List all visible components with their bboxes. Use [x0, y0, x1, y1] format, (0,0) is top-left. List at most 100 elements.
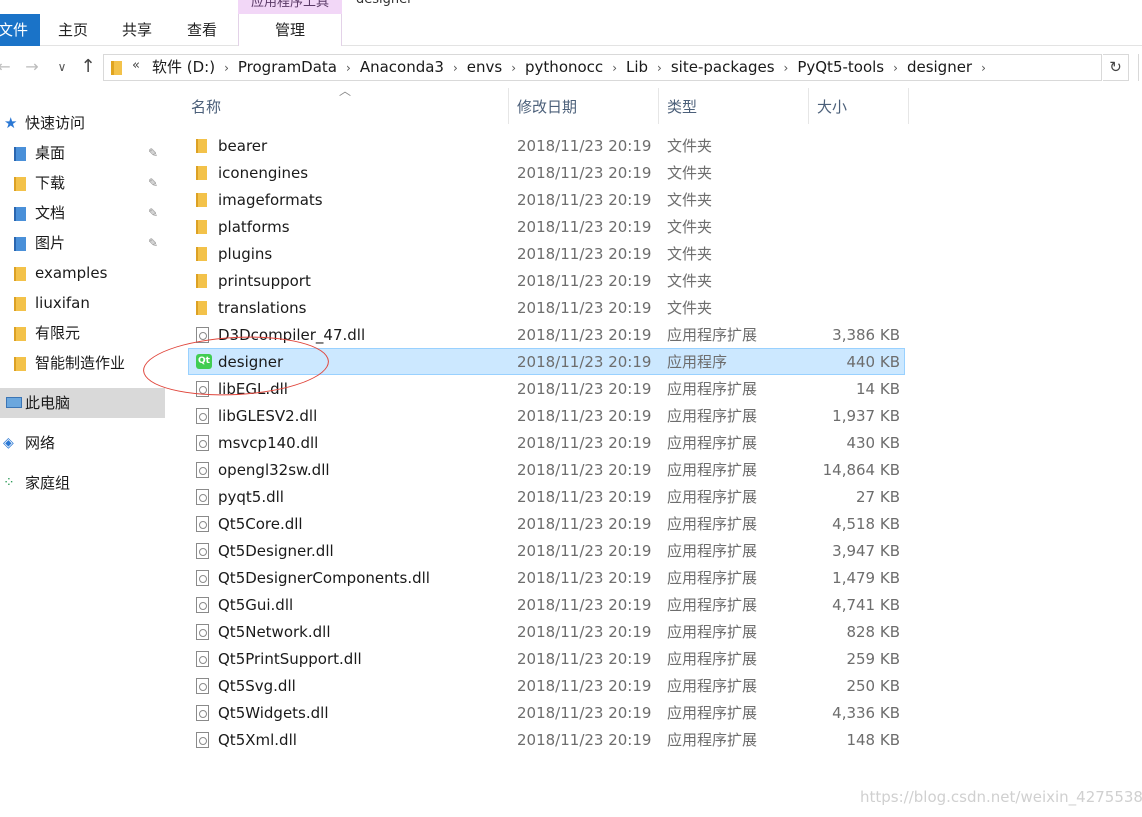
breadcrumb-item[interactable]: Lib	[626, 55, 648, 80]
breadcrumb-item[interactable]: pythonocc	[525, 55, 603, 80]
sidebar-item-label: 智能制造作业	[35, 354, 126, 372]
tab-view[interactable]: 查看	[183, 14, 221, 46]
download-folder-icon	[14, 177, 26, 191]
tab-home[interactable]: 主页	[54, 14, 92, 46]
sidebar-item[interactable]: 图片 ✎	[0, 228, 165, 258]
file-row[interactable]: Qt5Xml.dll 2018/11/23 20:19 应用程序扩展 148 KB	[188, 726, 905, 753]
sidebar-item[interactable]: ★ 快速访问	[0, 108, 165, 138]
tab-file[interactable]: 文件	[0, 14, 40, 46]
file-type: 应用程序扩展	[667, 434, 758, 452]
sidebar-item-label: 下载	[35, 174, 66, 192]
breadcrumb-item[interactable]: Anaconda3	[360, 55, 444, 80]
file-row[interactable]: pyqt5.dll 2018/11/23 20:19 应用程序扩展 27 KB	[188, 483, 905, 510]
file-row[interactable]: Qt5Designer.dll 2018/11/23 20:19 应用程序扩展 3,9…	[188, 537, 905, 564]
breadcrumb-item[interactable]: 软件 (D:)	[152, 55, 215, 80]
arrow-left-icon: ←	[0, 57, 11, 76]
tab-manage[interactable]: 管理	[238, 14, 342, 46]
file-name: plugins	[218, 245, 273, 263]
breadcrumb-separator-icon[interactable]: ›	[657, 56, 662, 81]
file-row[interactable]: Qt5DesignerComponents.dll 2018/11/23 20:1…	[188, 564, 905, 591]
folder-icon	[196, 166, 207, 180]
breadcrumb-item[interactable]: site-packages	[671, 55, 775, 80]
file-row[interactable]: Qt5Core.dll 2018/11/23 20:19 应用程序扩展 4,518 K…	[188, 510, 905, 537]
column-header-date[interactable]: 修改日期	[517, 88, 659, 124]
forward-button[interactable]: →	[22, 57, 42, 77]
breadcrumb-separator-icon[interactable]: ›	[784, 56, 789, 81]
breadcrumb-item[interactable]: envs	[467, 55, 502, 80]
breadcrumb-overflow[interactable]: «	[132, 58, 140, 73]
column-header-name[interactable]: 名称	[191, 88, 509, 124]
breadcrumb-separator-icon[interactable]: ›	[224, 56, 229, 81]
file-row[interactable]: Qt5PrintSupport.dll 2018/11/23 20:19 应用程序扩…	[188, 645, 905, 672]
breadcrumb-item[interactable]: designer	[907, 55, 972, 80]
file-row[interactable]: Qt5Widgets.dll 2018/11/23 20:19 应用程序扩展 4,33…	[188, 699, 905, 726]
file-row[interactable]: libGLESV2.dll 2018/11/23 20:19 应用程序扩展 1,937…	[188, 402, 905, 429]
sidebar-item[interactable]: 此电脑	[0, 388, 165, 418]
file-row[interactable]: Qt5Gui.dll 2018/11/23 20:19 应用程序扩展 4,741 KB	[188, 591, 905, 618]
pin-icon[interactable]: ✎	[148, 198, 158, 228]
dll-file-icon	[196, 435, 209, 451]
search-box-edge[interactable]	[1138, 54, 1142, 81]
dll-file-icon	[196, 543, 209, 559]
dll-file-icon	[196, 597, 209, 613]
file-row[interactable]: platforms 2018/11/23 20:19 文件夹	[188, 213, 905, 240]
file-date: 2018/11/23 20:19	[517, 299, 652, 317]
refresh-button[interactable]: ↻	[1103, 54, 1129, 81]
file-name: Qt5Xml.dll	[218, 731, 297, 749]
file-row[interactable]: imageformats 2018/11/23 20:19 文件夹	[188, 186, 905, 213]
column-header-size[interactable]: 大小	[817, 88, 909, 124]
breadcrumb-separator-icon[interactable]: ›	[893, 56, 898, 81]
desktop-folder-icon	[14, 147, 26, 161]
file-size: 27 KB	[856, 488, 900, 506]
tab-share[interactable]: 共享	[118, 14, 156, 46]
breadcrumb-item[interactable]: PyQt5-tools	[797, 55, 884, 80]
breadcrumb-separator-icon[interactable]: ›	[612, 56, 617, 81]
file-size: 828 KB	[846, 623, 900, 641]
file-row[interactable]: bearer 2018/11/23 20:19 文件夹	[188, 132, 905, 159]
column-header-type[interactable]: 类型	[667, 88, 809, 124]
file-date: 2018/11/23 20:19	[517, 326, 652, 344]
navigation-pane: ★ 快速访问 桌面 ✎ 下载 ✎ 文档 ✎ 图片 ✎ examples liuxifan 有限元 智能制造…	[0, 108, 165, 817]
file-row[interactable]: Qt5Network.dll 2018/11/23 20:19 应用程序扩展 828 …	[188, 618, 905, 645]
file-size: 3,386 KB	[832, 326, 900, 344]
sidebar-item[interactable]: 桌面 ✎	[0, 138, 165, 168]
recent-locations-button[interactable]: ∨	[52, 57, 72, 77]
sidebar-item[interactable]: ⁘ 家庭组	[0, 468, 165, 498]
file-name: Qt5Designer.dll	[218, 542, 334, 560]
file-size: 1,479 KB	[832, 569, 900, 587]
file-name: Qt5Network.dll	[218, 623, 331, 641]
sidebar-item[interactable]: ◈ 网络	[0, 428, 165, 458]
pin-icon[interactable]: ✎	[148, 228, 158, 258]
sidebar-item[interactable]: 有限元	[0, 318, 165, 348]
file-date: 2018/11/23 20:19	[517, 623, 652, 641]
breadcrumb-separator-icon[interactable]: ›	[453, 56, 458, 81]
up-button[interactable]: ↑	[78, 57, 98, 77]
arrow-up-icon: ↑	[80, 56, 96, 77]
network-icon: ◈	[3, 435, 14, 451]
sidebar-item[interactable]: liuxifan	[0, 288, 165, 318]
sidebar-item[interactable]: 下载 ✎	[0, 168, 165, 198]
file-row[interactable]: opengl32sw.dll 2018/11/23 20:19 应用程序扩展 14,8…	[188, 456, 905, 483]
folder-icon	[14, 297, 26, 311]
file-row[interactable]: translations 2018/11/23 20:19 文件夹	[188, 294, 905, 321]
sidebar-item[interactable]: examples	[0, 258, 165, 288]
file-size: 250 KB	[846, 677, 900, 695]
file-name: Qt5PrintSupport.dll	[218, 650, 362, 668]
sidebar-item[interactable]: 文档 ✎	[0, 198, 165, 228]
breadcrumb-separator-icon[interactable]: ›	[511, 56, 516, 81]
file-row[interactable]: printsupport 2018/11/23 20:19 文件夹	[188, 267, 905, 294]
file-size: 440 KB	[846, 353, 900, 371]
file-row[interactable]: Qt5Svg.dll 2018/11/23 20:19 应用程序扩展 250 KB	[188, 672, 905, 699]
breadcrumb-item[interactable]: ProgramData	[238, 55, 337, 80]
pin-icon[interactable]: ✎	[148, 168, 158, 198]
file-row[interactable]: plugins 2018/11/23 20:19 文件夹	[188, 240, 905, 267]
sidebar-item-label: 有限元	[35, 324, 81, 342]
file-row[interactable]: iconengines 2018/11/23 20:19 文件夹	[188, 159, 905, 186]
address-bar[interactable]: « 软件 (D:) › ProgramData › Anaconda3 › envs › pyt…	[103, 54, 1102, 81]
file-row[interactable]: msvcp140.dll 2018/11/23 20:19 应用程序扩展 430 KB	[188, 429, 905, 456]
sidebar-item[interactable]: 智能制造作业	[0, 348, 165, 378]
breadcrumb-separator-icon[interactable]: ›	[981, 56, 986, 81]
breadcrumb-separator-icon[interactable]: ›	[346, 56, 351, 81]
back-button[interactable]: ←	[0, 57, 14, 77]
pin-icon[interactable]: ✎	[148, 138, 158, 168]
